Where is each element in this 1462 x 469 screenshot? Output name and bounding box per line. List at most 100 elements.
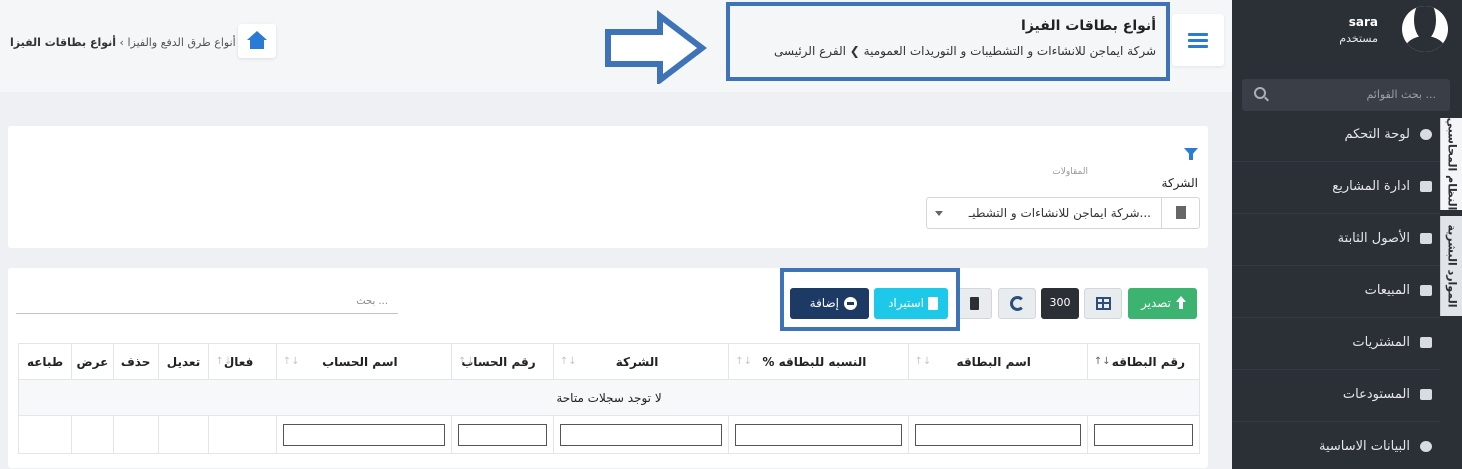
breadcrumb-parent[interactable]: أنواع طرق الدفع والفيزا (127, 36, 235, 49)
building-icon-addon (1161, 198, 1199, 228)
page-size-button[interactable]: 300 (1041, 288, 1079, 319)
annotation-arrow-icon (605, 10, 707, 84)
tab-accounting[interactable]: النظام المحاسبي (1440, 118, 1462, 210)
col-print: طباعه (17, 343, 73, 380)
sort-icon: ↓↑ (458, 356, 475, 367)
col-active[interactable]: فعال ↓↑ (208, 343, 277, 380)
file-icon (1420, 233, 1432, 244)
sort-icon: ↓↑ (282, 356, 300, 367)
avatar[interactable] (1402, 6, 1448, 52)
sidebar-item-basic-data[interactable]: البيانات الاساسية (1232, 422, 1440, 469)
table-search-placeholder: بحث ... (356, 296, 388, 307)
filter-account-name-input[interactable] (282, 423, 445, 446)
dashboard-icon (1420, 129, 1432, 140)
col-account-number[interactable]: رقم الحساب ↓↑ (451, 343, 554, 380)
import-button[interactable]: استيراد (874, 288, 948, 319)
plus-circle-icon (844, 297, 857, 310)
company-select[interactable]: شركة ايماجن للانشاءات و التشطيـ... (926, 197, 1200, 229)
table-search-input[interactable]: بحث ... (16, 290, 398, 314)
menu-toggle-button[interactable] (1172, 14, 1224, 66)
filter-cell (1086, 415, 1201, 454)
import-label: استيراد (888, 296, 924, 310)
sidebar-item-purchases[interactable]: المشتريات (1232, 318, 1440, 370)
sidebar-item-label: ادارة المشاريع (1332, 179, 1410, 194)
print-button[interactable] (956, 288, 992, 319)
filter-account-number-input[interactable] (458, 423, 547, 446)
col-delete: حذف (112, 343, 159, 380)
col-view: عرض (71, 343, 114, 380)
sort-icon: ↓↑ (215, 356, 233, 367)
sidebar-item-sales[interactable]: المبيعات (1232, 266, 1440, 318)
breadcrumb: أنواع طرق الدفع والفيزا › أنواع بطاقات ا… (10, 36, 236, 49)
home-button[interactable] (238, 24, 276, 58)
sidebar-search-input[interactable]: بحث القوائم ... (1242, 79, 1450, 111)
empty-message: لا توجد سجلات متاحة (18, 379, 1200, 416)
user-name: sara (1348, 15, 1378, 29)
sidebar-item-fixed-assets[interactable]: الأصول الثابتة (1232, 214, 1440, 266)
columns-button[interactable] (1084, 288, 1122, 319)
sort-icon: ↓↑ (735, 356, 752, 367)
filter-card: المقاولات الشركة شركة ايماجن للانشاءات و… (8, 126, 1208, 248)
add-button[interactable]: إضافة (790, 288, 869, 319)
filter-cell (208, 415, 277, 454)
print-icon (970, 297, 979, 310)
filter-cell (157, 415, 210, 454)
tab-label: الموارد البشرية (1445, 224, 1458, 308)
filter-cell (71, 415, 114, 454)
tab-hr[interactable]: الموارد البشرية (1440, 216, 1462, 316)
caret-down-icon (935, 211, 943, 216)
tab-label: النظام المحاسبي (1445, 117, 1458, 211)
col-card-name[interactable]: اسم البطاقه ↓↑ (907, 343, 1088, 380)
handshake-icon (1420, 181, 1432, 192)
breadcrumb-current: أنواع بطاقات الفيزا (10, 36, 117, 49)
filter-card-name-input[interactable] (914, 423, 1081, 446)
sidebar-item-projects[interactable]: ادارة المشاريع (1232, 162, 1440, 214)
filter-icon[interactable] (1184, 148, 1198, 160)
filter-card-percent-input[interactable] (735, 423, 902, 446)
filter-cell (907, 415, 1088, 454)
filter-company-input[interactable] (559, 423, 723, 446)
company-label: الشركة (1161, 176, 1198, 190)
sidebar-item-label: البيانات الاساسية (1319, 439, 1410, 454)
sidebar-item-label: المستودعات (1342, 387, 1410, 402)
sidebar-search-placeholder: بحث القوائم ... (1366, 88, 1436, 101)
table-icon (1096, 297, 1111, 310)
filter-cell (275, 415, 453, 454)
list-icon (1188, 33, 1208, 48)
filter-cell (17, 415, 73, 454)
vertical-tabs: النظام المحاسبي الموارد البشرية (1440, 118, 1462, 322)
info-icon (1420, 441, 1432, 452)
file-import-icon (928, 297, 938, 310)
export-button[interactable]: تصدير (1128, 288, 1197, 319)
col-company[interactable]: الشركة ↓↑ (552, 343, 730, 380)
sort-icon: ↓↑ (914, 356, 932, 367)
col-card-number[interactable]: رقم البطاقه ↓↑ (1086, 343, 1201, 380)
actions-highlight-box: استيراد إضافة (780, 268, 960, 331)
upload-icon (1175, 296, 1187, 310)
filter-cell (451, 415, 554, 454)
home-icon (247, 31, 267, 40)
sidebar-item-label: الأصول الثابتة (1337, 231, 1410, 246)
refresh-button[interactable] (998, 288, 1036, 319)
app-root: sara مستخدم بحث القوائم ... لوحة التحكم … (0, 0, 1462, 469)
breadcrumb-separator-icon: › (116, 36, 124, 49)
filter-hint: المقاولات (1052, 167, 1088, 177)
export-label: تصدير (1140, 296, 1171, 310)
user-block: sara مستخدم (1232, 0, 1462, 70)
page-title: أنواع بطاقات الفيزا (1021, 18, 1156, 34)
table-filter-row (17, 415, 1201, 454)
chevron-left-icon: ❯ (845, 44, 860, 58)
filter-cell (112, 415, 159, 454)
filter-card-number-input[interactable] (1093, 423, 1193, 446)
search-icon (1254, 87, 1266, 99)
col-account-name[interactable]: اسم الحساب ↓↑ (275, 343, 453, 380)
col-card-percent[interactable]: النسبه للبطاقه % ↓↑ (728, 343, 909, 380)
sort-icon: ↓↑ (559, 356, 577, 367)
sidebar: sara مستخدم بحث القوائم ... لوحة التحكم … (1232, 0, 1462, 469)
filter-cell (728, 415, 909, 454)
sidebar-item-label: لوحة التحكم (1344, 127, 1410, 142)
sidebar-item-warehouses[interactable]: المستودعات (1232, 370, 1440, 422)
truck-icon (1420, 285, 1432, 296)
add-label: إضافة (809, 296, 839, 310)
sidebar-item-dashboard[interactable]: لوحة التحكم (1232, 110, 1440, 162)
